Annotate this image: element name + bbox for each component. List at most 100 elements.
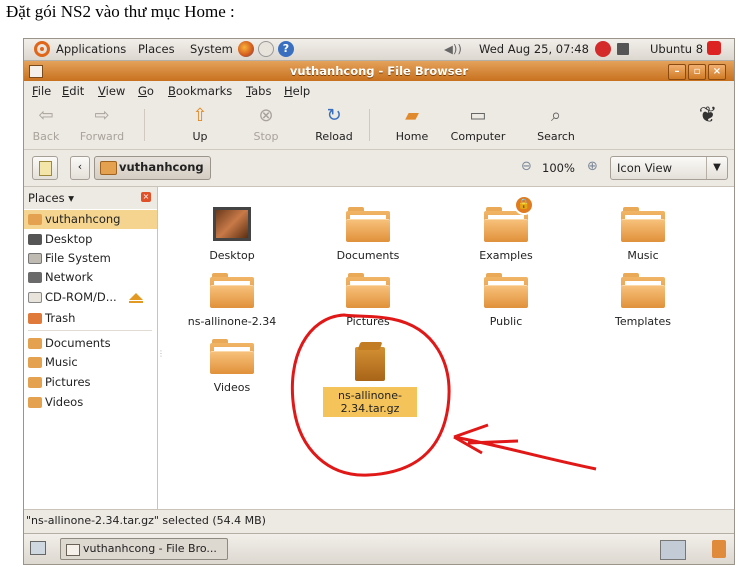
taskbar-window-label: vuthanhcong - File Bro... bbox=[83, 542, 217, 555]
window-title: vuthanhcong - File Browser bbox=[289, 64, 469, 78]
drive-icon bbox=[28, 253, 42, 264]
computer-button[interactable]: ▭ Computer bbox=[448, 104, 508, 143]
window-titlebar[interactable]: vuthanhcong - File Browser – ▫ × bbox=[24, 61, 734, 81]
file-item-music[interactable]: Music bbox=[583, 207, 703, 262]
network-icon[interactable] bbox=[617, 43, 629, 55]
show-desktop-icon[interactable] bbox=[30, 541, 46, 555]
file-item-ns-allinone-folder[interactable]: ns-allinone-2.34 bbox=[172, 273, 292, 328]
sidebar-item-pictures[interactable]: Pictures bbox=[24, 373, 157, 392]
home-folder-icon bbox=[100, 161, 117, 175]
mail-icon[interactable] bbox=[258, 41, 274, 57]
sidebar-item-music[interactable]: Music bbox=[24, 353, 157, 372]
sidebar-item-label: Documents bbox=[45, 336, 111, 350]
menu-view[interactable]: View bbox=[98, 84, 125, 98]
breadcrumb[interactable]: vuthanhcong bbox=[94, 156, 211, 180]
help-icon[interactable]: ? bbox=[278, 41, 294, 57]
sidebar-item-cdrom[interactable]: CD-ROM/D... bbox=[24, 288, 157, 307]
eject-icon[interactable] bbox=[129, 293, 143, 303]
folder-icon bbox=[484, 273, 528, 308]
ubuntu-logo-icon[interactable] bbox=[34, 41, 50, 57]
forward-label: Forward bbox=[79, 130, 125, 143]
back-button[interactable]: ⇦ Back bbox=[24, 104, 76, 143]
places-sidebar: Places ▾ × vuthanhcong Desktop File Syst… bbox=[24, 187, 158, 509]
file-item-public[interactable]: Public bbox=[446, 273, 566, 328]
document-caption: Đặt gói NS2 vào thư mục Home : bbox=[6, 2, 235, 21]
file-item-label-selected: ns-allinone-2.34.tar.gz bbox=[323, 387, 417, 417]
close-button[interactable]: × bbox=[708, 64, 726, 80]
menu-go[interactable]: Go bbox=[138, 84, 154, 98]
sidebar-item-filesystem[interactable]: File System bbox=[24, 249, 157, 268]
zoom-in-icon[interactable]: ⊕ bbox=[587, 160, 601, 174]
sidebar-close-icon[interactable]: × bbox=[141, 192, 151, 202]
power-icon[interactable] bbox=[707, 41, 721, 55]
file-icon-view[interactable]: Desktop Documents 🔒 Examples Music ns-al… bbox=[158, 187, 734, 509]
sidebar-resize-grip[interactable]: ⋮ bbox=[157, 349, 165, 359]
menu-tabs[interactable]: Tabs bbox=[246, 84, 271, 98]
reload-button[interactable]: ↻ Reload bbox=[304, 104, 364, 143]
file-item-examples[interactable]: 🔒 Examples bbox=[446, 195, 566, 262]
sidebar-item-label: Videos bbox=[45, 395, 84, 409]
search-button[interactable]: ⌕ Search bbox=[526, 104, 586, 143]
file-item-label: ns-allinone-2.34 bbox=[187, 315, 277, 328]
file-item-label: Pictures bbox=[346, 315, 390, 328]
applications-menu[interactable]: Applications bbox=[56, 42, 126, 56]
trash-applet-icon[interactable] bbox=[712, 540, 726, 558]
firefox-icon[interactable] bbox=[238, 41, 254, 57]
toolbar: ⇦ Back ⇨ Forward ⇧ Up ⊗ Stop ↻ Reload ▰ … bbox=[24, 101, 734, 150]
toolbar-separator bbox=[144, 109, 145, 141]
sidebar-item-desktop[interactable]: Desktop bbox=[24, 230, 157, 249]
update-notifier-icon[interactable] bbox=[595, 41, 611, 57]
file-item-desktop[interactable]: Desktop bbox=[172, 207, 292, 262]
sidebar-title[interactable]: Places ▾ bbox=[28, 191, 74, 205]
toggle-location-button[interactable] bbox=[32, 156, 58, 180]
file-item-videos[interactable]: Videos bbox=[172, 339, 292, 394]
clock[interactable]: Wed Aug 25, 07:48 bbox=[479, 42, 589, 56]
folder-icon bbox=[346, 273, 390, 308]
sidebar-item-label: Desktop bbox=[45, 232, 93, 246]
places-menu[interactable]: Places bbox=[138, 42, 175, 56]
gnome-logo-icon: ❦ bbox=[698, 103, 718, 128]
file-item-label: Desktop bbox=[209, 249, 255, 262]
computer-label: Computer bbox=[450, 130, 506, 143]
path-left-button[interactable]: ‹ bbox=[70, 156, 90, 180]
file-item-pictures[interactable]: Pictures bbox=[308, 273, 428, 328]
sidebar-item-home[interactable]: vuthanhcong bbox=[24, 210, 157, 229]
stop-button[interactable]: ⊗ Stop bbox=[236, 104, 296, 143]
reload-label: Reload bbox=[315, 130, 353, 143]
workspace-switcher[interactable] bbox=[660, 540, 686, 560]
forward-button[interactable]: ⇨ Forward bbox=[72, 104, 132, 143]
sidebar-item-videos[interactable]: Videos bbox=[24, 393, 157, 412]
file-item-ns-allinone-tarball[interactable]: ns-allinone-2.34.tar.gz bbox=[310, 347, 430, 417]
file-item-documents[interactable]: Documents bbox=[308, 207, 428, 262]
chevron-down-icon: ▼ bbox=[706, 157, 727, 179]
gnome-foot-icon: ❦ bbox=[678, 103, 734, 128]
volume-icon[interactable]: ◀)) bbox=[444, 42, 462, 56]
up-button[interactable]: ⇧ Up bbox=[170, 104, 230, 143]
folder-icon bbox=[28, 357, 42, 368]
zoom-level[interactable]: 100% bbox=[542, 161, 575, 175]
search-label: Search bbox=[537, 130, 575, 143]
lock-icon: 🔒 bbox=[514, 195, 534, 215]
menu-help[interactable]: Help bbox=[284, 84, 310, 98]
menu-edit[interactable]: Edit bbox=[62, 84, 84, 98]
maximize-button[interactable]: ▫ bbox=[688, 64, 706, 80]
desktop-folder-icon bbox=[213, 207, 251, 241]
folder-icon: 🔒 bbox=[484, 195, 534, 242]
sidebar-item-network[interactable]: Network bbox=[24, 268, 157, 287]
file-item-templates[interactable]: Templates bbox=[583, 273, 703, 328]
user-name[interactable]: Ubuntu 8 bbox=[650, 42, 703, 56]
home-folder-icon: ▰ bbox=[405, 105, 419, 126]
menu-bookmarks[interactable]: Bookmarks bbox=[168, 84, 232, 98]
zoom-out-icon[interactable]: ⊖ bbox=[521, 160, 535, 174]
folder-icon bbox=[210, 273, 254, 308]
menu-file[interactable]: File bbox=[32, 84, 51, 98]
view-mode-select[interactable]: Icon View ▼ bbox=[610, 156, 728, 180]
minimize-button[interactable]: – bbox=[668, 64, 686, 80]
taskbar-window-button[interactable]: vuthanhcong - File Bro... bbox=[60, 538, 228, 560]
sidebar-item-label: Network bbox=[45, 270, 94, 284]
system-menu[interactable]: System bbox=[190, 42, 233, 56]
home-button[interactable]: ▰ Home bbox=[382, 104, 442, 143]
sidebar-item-documents[interactable]: Documents bbox=[24, 334, 157, 353]
sidebar-item-trash[interactable]: Trash bbox=[24, 309, 157, 328]
sidebar-item-label: Trash bbox=[45, 311, 76, 325]
